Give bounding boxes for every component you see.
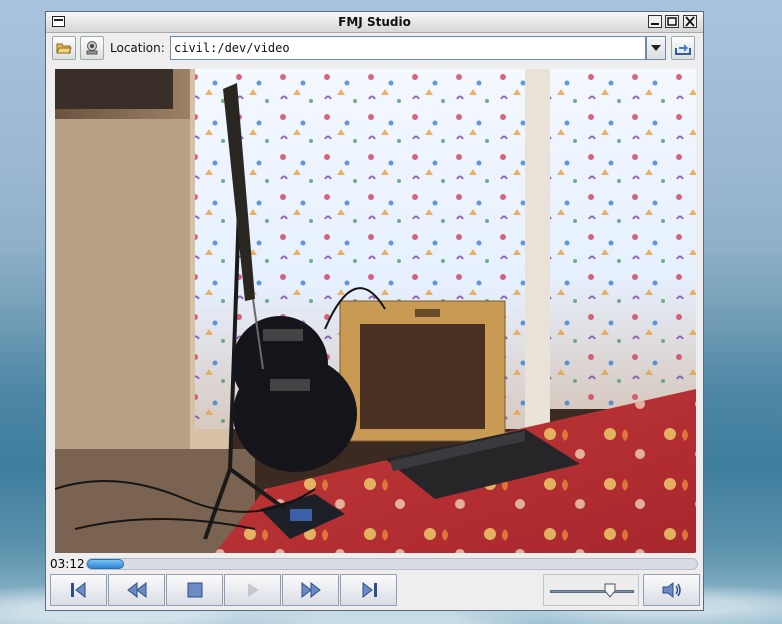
stop-icon bbox=[187, 582, 202, 598]
webcam-icon bbox=[86, 41, 98, 55]
location-toolbar: Location: civil:/dev/video bbox=[50, 35, 698, 63]
open-file-button[interactable] bbox=[52, 36, 76, 60]
volume-control bbox=[543, 574, 639, 606]
window-title: FMJ Studio bbox=[338, 15, 411, 29]
seek-track[interactable] bbox=[86, 558, 698, 570]
play-icon bbox=[247, 583, 259, 597]
rewind-button[interactable] bbox=[108, 574, 165, 606]
fast-forward-button[interactable] bbox=[282, 574, 339, 606]
folder-open-icon bbox=[56, 43, 72, 54]
step-back-button[interactable] bbox=[50, 574, 107, 606]
play-button[interactable] bbox=[224, 574, 281, 606]
mute-button[interactable] bbox=[643, 574, 700, 606]
speaker-icon bbox=[662, 581, 681, 599]
title-bar[interactable]: FMJ Studio bbox=[46, 12, 703, 33]
fmj-studio-window: FMJ Studio Location: civil:/dev/video 03… bbox=[45, 11, 704, 611]
rewind-icon bbox=[126, 581, 146, 599]
volume-track[interactable] bbox=[550, 590, 634, 593]
seek-thumb[interactable] bbox=[87, 559, 124, 569]
location-label: Location: bbox=[110, 41, 165, 55]
elapsed-time: 03:12 bbox=[50, 557, 85, 571]
load-location-button[interactable] bbox=[671, 36, 695, 60]
capture-device-button[interactable] bbox=[80, 36, 104, 60]
seek-bar: 03:12 bbox=[50, 555, 700, 573]
video-frame-image bbox=[55, 69, 696, 553]
volume-slider-thumb[interactable] bbox=[604, 583, 616, 598]
step-forward-button[interactable] bbox=[340, 574, 397, 606]
close-button[interactable] bbox=[683, 15, 697, 28]
chevron-down-icon bbox=[651, 45, 661, 51]
location-input[interactable]: civil:/dev/video bbox=[170, 36, 646, 60]
load-arrow-icon bbox=[675, 44, 691, 55]
maximize-button[interactable] bbox=[665, 15, 679, 28]
minimize-button[interactable] bbox=[648, 15, 662, 28]
step-forward-icon bbox=[362, 581, 377, 599]
step-back-icon bbox=[70, 581, 85, 599]
stop-button[interactable] bbox=[166, 574, 223, 606]
video-display[interactable] bbox=[55, 69, 696, 553]
playback-controls bbox=[50, 574, 700, 606]
fast-forward-icon bbox=[301, 581, 321, 599]
location-dropdown-button[interactable] bbox=[646, 36, 666, 60]
